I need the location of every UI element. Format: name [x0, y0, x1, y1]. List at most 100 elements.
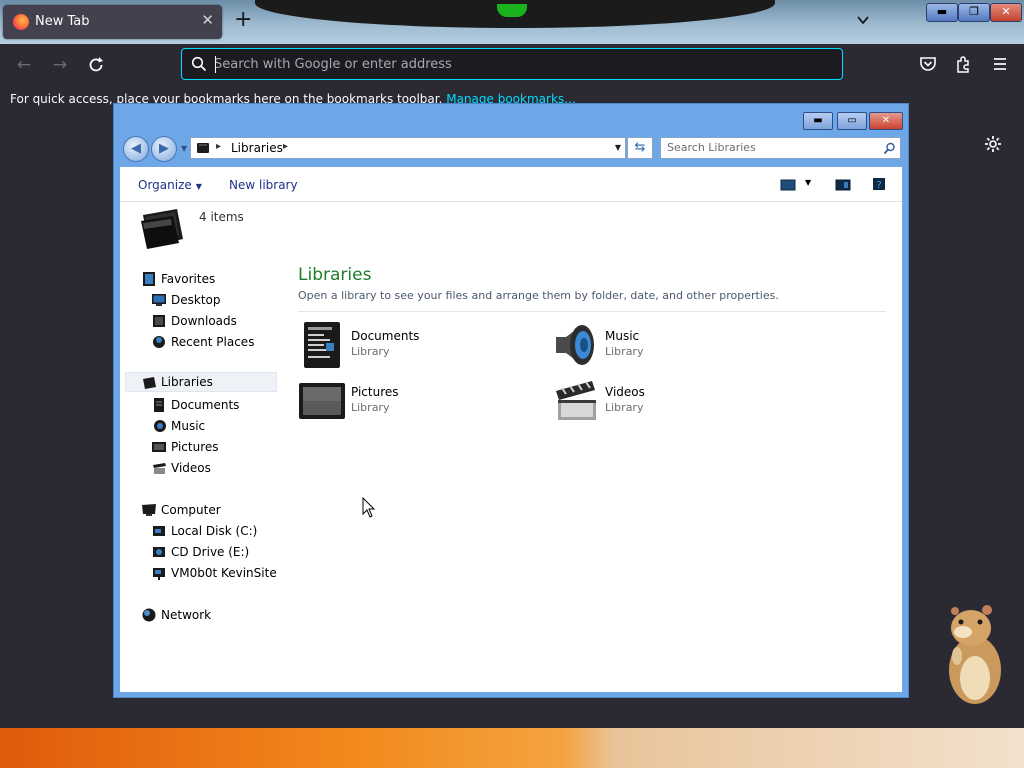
library-name: Videos: [605, 385, 645, 399]
browser-tab-bar: New Tab ✕ + ▬ ❐ ✕: [0, 0, 1024, 44]
documents-library-icon: [304, 322, 340, 368]
explorer-window: ▬ ▭ ✕ ◀ ▶ ▼ ▸ Libraries ▸ ▼ ⇆ Organize▼ …: [113, 103, 909, 698]
divider: [298, 311, 886, 312]
downloads-icon: [153, 315, 165, 327]
forward-button[interactable]: ▶: [151, 136, 177, 162]
address-dropdown-icon[interactable]: ▼: [615, 143, 621, 152]
library-item-pictures[interactable]: Pictures Library: [298, 377, 538, 427]
close-window-button[interactable]: ✕: [990, 3, 1022, 22]
preview-pane-icon[interactable]: [835, 179, 851, 191]
nav-label: Libraries: [161, 375, 213, 389]
command-bar: Organize ▼ New library ▼ ?: [120, 167, 902, 202]
libraries-icon: [197, 143, 209, 153]
list-all-tabs-icon[interactable]: [856, 13, 870, 27]
nav-label: Local Disk (C:): [171, 524, 258, 538]
theme-decoration-accent: [497, 4, 527, 17]
refresh-button[interactable]: ⇆: [627, 137, 653, 159]
library-type: Library: [605, 345, 644, 358]
back-button[interactable]: ◀: [123, 136, 149, 162]
help-icon[interactable]: ?: [872, 177, 886, 191]
nav-libraries[interactable]: Libraries: [125, 372, 277, 392]
nav-label: Pictures: [171, 440, 219, 454]
breadcrumb-separator[interactable]: ▸: [216, 141, 221, 152]
music-library-icon: [556, 325, 594, 365]
documents-icon: [154, 398, 164, 412]
explorer-close-button[interactable]: ✕: [869, 112, 903, 130]
address-bar[interactable]: ▸ Libraries ▸ ▼: [190, 137, 626, 159]
nav-label: Documents: [171, 398, 240, 412]
recent-places-icon: [153, 336, 165, 348]
search-input[interactable]: [667, 141, 867, 154]
breadcrumb-separator[interactable]: ▸: [283, 141, 288, 152]
forward-arrow-icon[interactable]: →: [50, 55, 70, 75]
libraries-icon: [141, 209, 183, 249]
breadcrumb[interactable]: Libraries: [231, 141, 283, 155]
library-type: Library: [605, 401, 644, 414]
chevron-down-icon: ▼: [195, 182, 202, 191]
search-icon[interactable]: [883, 142, 896, 155]
url-bar[interactable]: [181, 48, 843, 80]
back-arrow-icon[interactable]: ←: [14, 55, 34, 75]
details-header: 4 items: [120, 202, 902, 258]
search-box[interactable]: [660, 137, 901, 159]
mouse-cursor-icon: [362, 497, 376, 518]
network-drive-icon: [153, 568, 165, 580]
hamster-image: [949, 605, 1001, 704]
url-input[interactable]: [214, 54, 814, 74]
close-tab-icon[interactable]: ✕: [201, 11, 214, 29]
library-type: Library: [351, 401, 390, 414]
library-item-music[interactable]: Music Library: [552, 321, 792, 371]
libraries-icon: [143, 377, 156, 389]
organize-label: Organize: [138, 178, 192, 192]
nav-label: Network: [161, 608, 212, 622]
library-name: Music: [605, 329, 640, 343]
view-dropdown-icon[interactable]: ▼: [805, 178, 811, 187]
new-library-button[interactable]: New library: [229, 178, 298, 192]
music-icon: [154, 420, 166, 432]
firefox-icon: [13, 14, 29, 30]
pocket-icon[interactable]: [918, 54, 938, 74]
nav-label: Downloads: [171, 314, 237, 328]
nav-label: Computer: [161, 503, 221, 517]
computer-icon: [142, 504, 156, 516]
pictures-icon: [152, 442, 166, 452]
favorites-icon: [143, 272, 155, 286]
new-tab-button[interactable]: +: [234, 9, 252, 31]
extensions-icon[interactable]: [954, 54, 974, 74]
tab-title: New Tab: [35, 14, 90, 29]
nav-label: Videos: [171, 461, 211, 475]
change-view-icon[interactable]: [780, 179, 796, 191]
library-name: Documents: [351, 329, 420, 343]
minimize-window-button[interactable]: ▬: [926, 3, 958, 22]
page-title: Libraries: [298, 265, 372, 285]
nav-label: Recent Places: [171, 335, 255, 349]
explorer-minimize-button[interactable]: ▬: [803, 112, 833, 130]
item-count: 4 items: [199, 210, 244, 224]
nav-label: Favorites: [161, 272, 216, 286]
organize-button[interactable]: Organize ▼: [138, 178, 202, 192]
text-caret: [215, 56, 216, 73]
desktop-icon: [152, 294, 166, 306]
desktop-wallpaper: [0, 728, 1024, 768]
content-pane: Libraries Open a library to see your fil…: [292, 259, 892, 679]
cd-drive-icon: [153, 547, 165, 557]
library-name: Pictures: [351, 385, 399, 399]
videos-library-icon: [556, 381, 596, 420]
restore-window-button[interactable]: ❐: [958, 3, 990, 22]
nav-label: Desktop: [171, 293, 221, 307]
browser-tab[interactable]: New Tab ✕: [3, 5, 222, 39]
gear-icon[interactable]: [983, 134, 1003, 154]
library-type: Library: [351, 345, 390, 358]
videos-icon: [153, 463, 166, 474]
explorer-client-area: Organize ▼ New library ▼ ? 4 items Favori…: [120, 167, 902, 692]
menu-icon[interactable]: [990, 54, 1010, 74]
library-item-videos[interactable]: Videos Library: [552, 377, 792, 427]
pictures-library-icon: [299, 383, 345, 419]
recent-pages-button[interactable]: ▼: [181, 144, 187, 153]
explorer-maximize-button[interactable]: ▭: [837, 112, 867, 130]
library-item-documents[interactable]: Documents Library: [298, 321, 538, 371]
nav-label: Music: [171, 419, 206, 433]
svg-text:?: ?: [876, 180, 881, 191]
reload-icon[interactable]: [86, 55, 106, 75]
navigation-pane: Favorites Desktop Downloads Recent Place…: [120, 259, 284, 679]
